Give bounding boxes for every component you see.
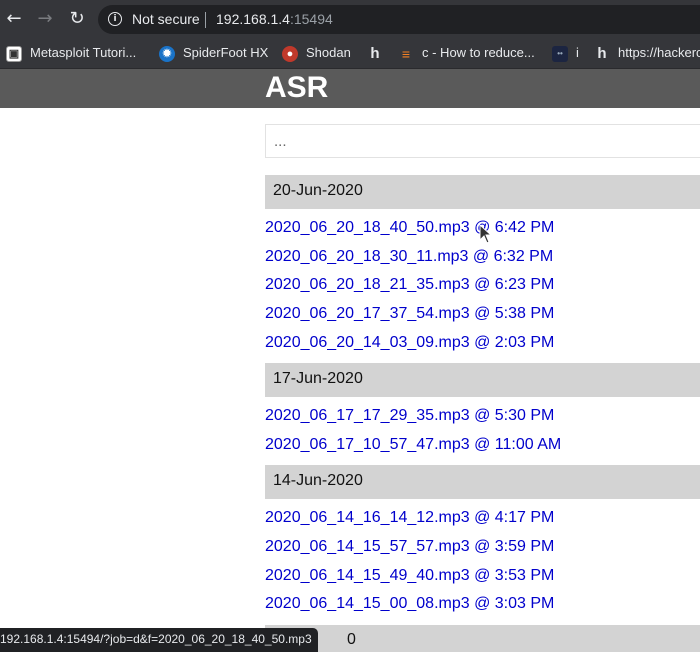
date-header: 0 [265, 625, 700, 652]
bookmark-stackoverflow[interactable]: ≡ c - How to reduce... [398, 44, 535, 62]
search-input[interactable] [266, 125, 700, 157]
stackoverflow-icon: ≡ [401, 45, 411, 62]
recording-link[interactable]: 2020_06_14_15_57_57.mp3 @ 3:59 PM [265, 538, 554, 556]
spiderfoot-icon: ✹ [159, 45, 175, 62]
bookmark-label: c - How to reduce... [422, 45, 535, 60]
link-status-bubble: 192.168.1.4:15494/?job=d&f=2020_06_20_18… [0, 628, 318, 652]
recording-link[interactable]: 2020_06_17_10_57_47.mp3 @ 11:00 AM [265, 436, 561, 454]
bookmark-label: https://hackerc [618, 45, 700, 60]
date-label: 14-Jun-2020 [273, 472, 363, 489]
info-icon[interactable]: i [108, 12, 122, 26]
mouse-pointer-icon [479, 224, 493, 244]
bookmark-dark-site[interactable]: •• i [552, 44, 579, 62]
bookmark-hackerone-2[interactable]: h https://hackerc [594, 44, 700, 62]
bookmark-metasploit[interactable]: ▣ Metasploit Tutori... [6, 44, 136, 62]
dark-site-icon: •• [552, 45, 568, 62]
metasploit-icon: ▣ [6, 45, 22, 62]
date-header: 20-Jun-2020 [265, 175, 700, 209]
url-port: :15494 [289, 11, 333, 27]
recording-link[interactable]: 2020_06_20_14_03_09.mp3 @ 2:03 PM [265, 334, 554, 352]
security-status: Not secure [132, 11, 200, 27]
recording-link[interactable]: 2020_06_20_17_37_54.mp3 @ 5:38 PM [265, 305, 554, 323]
forward-arrow-icon[interactable]: → [34, 8, 56, 30]
bookmark-hackerone[interactable]: h [367, 44, 391, 62]
recording-link[interactable]: 2020_06_14_15_49_40.mp3 @ 3:53 PM [265, 567, 554, 585]
hackerone-icon: h [597, 44, 607, 62]
recording-link[interactable]: 2020_06_14_16_14_12.mp3 @ 4:17 PM [265, 509, 554, 527]
url-text[interactable]: 192.168.1.4:15494 [216, 11, 333, 27]
search-box[interactable] [265, 124, 700, 158]
page-header: ASR [0, 69, 700, 108]
browser-toolbar: ← → ↻ i Not secure 192.168.1.4:15494 [0, 0, 700, 38]
bookmark-label: SpiderFoot HX [183, 45, 269, 60]
url-host: 192.168.1.4 [216, 11, 290, 27]
divider [205, 12, 206, 28]
back-arrow-icon[interactable]: ← [3, 8, 25, 30]
address-bar[interactable]: i Not secure 192.168.1.4:15494 [98, 5, 700, 34]
recording-link[interactable]: 2020_06_20_18_21_35.mp3 @ 6:23 PM [265, 276, 554, 294]
bookmark-label: i [576, 45, 579, 60]
bookmark-label: Shodan [306, 45, 351, 60]
bookmarks-bar: ▣ Metasploit Tutori... ✹ SpiderFoot HX ● Sh… [0, 38, 700, 69]
shodan-icon: ● [282, 45, 298, 62]
date-label: 17-Jun-2020 [273, 370, 363, 387]
date-header: 17-Jun-2020 [265, 363, 700, 397]
recording-link[interactable]: 2020_06_20_18_30_11.mp3 @ 6:32 PM [265, 248, 553, 266]
bookmark-label: Metasploit Tutori... [30, 45, 137, 60]
page-title: ASR [265, 71, 329, 104]
reload-icon[interactable]: ↻ [66, 8, 88, 30]
recording-link[interactable]: 2020_06_14_15_00_08.mp3 @ 3:03 PM [265, 595, 554, 613]
recording-link[interactable]: 2020_06_20_18_40_50.mp3 @ 6:42 PM [265, 219, 554, 237]
hackerone-icon: h [370, 44, 380, 62]
bookmark-shodan[interactable]: ● Shodan [282, 44, 351, 62]
date-label: 0 [347, 631, 356, 648]
recording-link[interactable]: 2020_06_17_17_29_35.mp3 @ 5:30 PM [265, 407, 554, 425]
date-label: 20-Jun-2020 [273, 182, 363, 199]
bookmark-spiderfoot[interactable]: ✹ SpiderFoot HX [159, 44, 268, 62]
date-header: 14-Jun-2020 [265, 465, 700, 499]
